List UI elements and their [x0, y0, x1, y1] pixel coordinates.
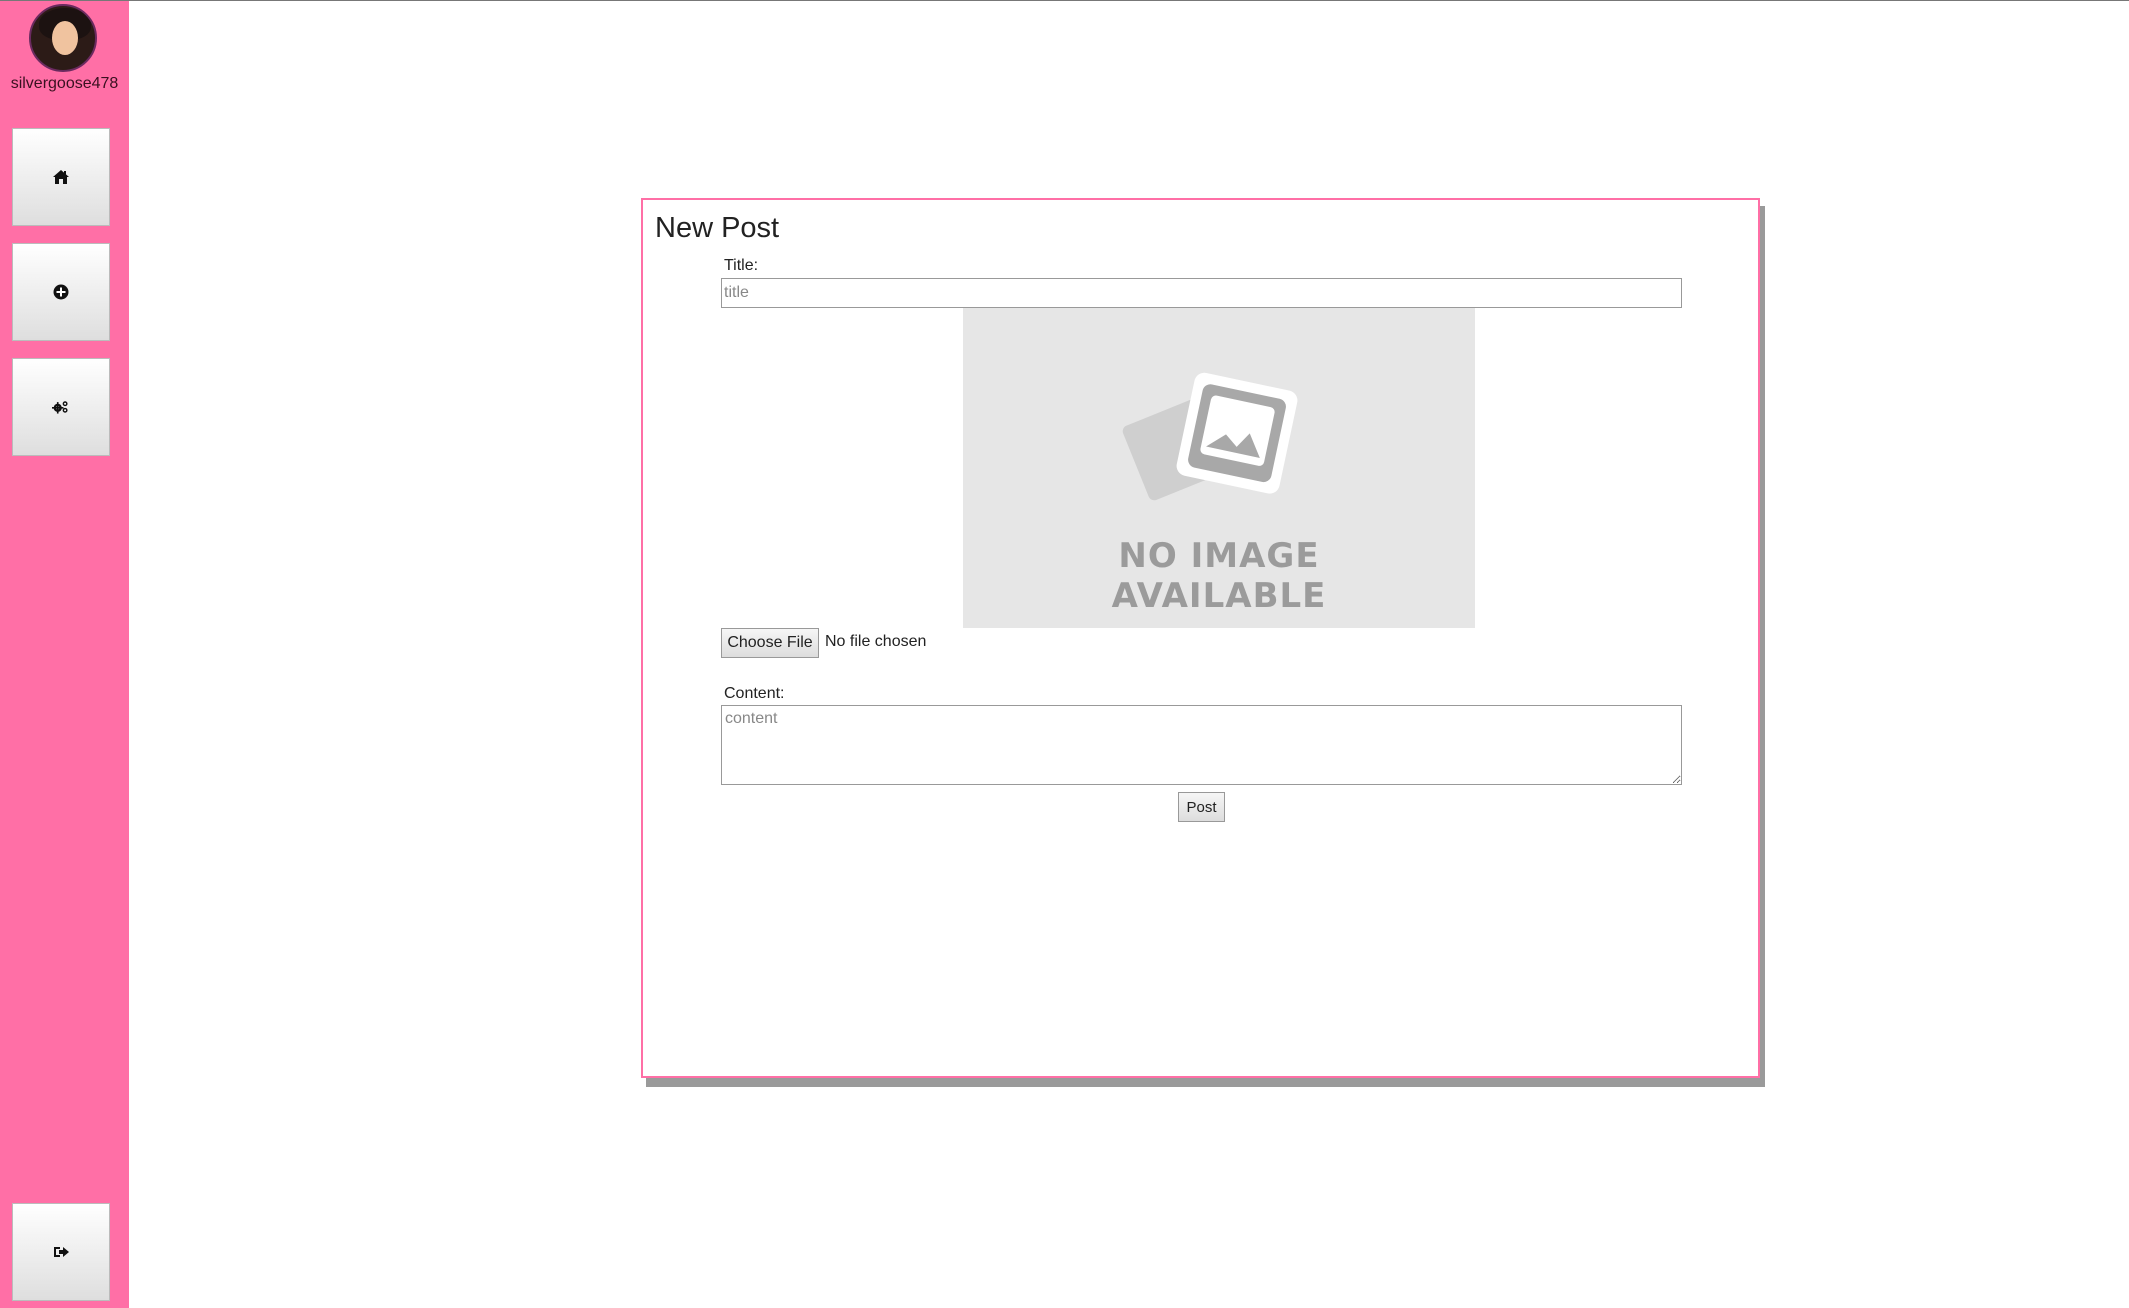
- no-image-line1: NO IMAGE: [1118, 536, 1320, 576]
- window-top-border: [0, 0, 2129, 1]
- new-post-panel: New Post Title: NO IMAGE AVAILABLE Choos…: [641, 198, 1760, 1078]
- choose-file-button[interactable]: Choose File: [721, 628, 819, 658]
- page-title: New Post: [655, 212, 780, 244]
- username: silvergoose478: [10, 75, 119, 92]
- content-label: Content:: [724, 685, 785, 702]
- sign-out-icon: [54, 1247, 69, 1257]
- content-textarea[interactable]: [721, 705, 1682, 785]
- gears-icon: [52, 401, 68, 414]
- file-status: No file chosen: [825, 633, 927, 650]
- plus-circle-icon: [53, 284, 69, 300]
- sidebar: silvergoose478: [0, 1, 129, 1308]
- avatar[interactable]: [29, 4, 97, 72]
- title-label: Title:: [724, 257, 759, 274]
- post-button[interactable]: Post: [1178, 792, 1225, 822]
- no-image-text: NO IMAGE AVAILABLE: [963, 536, 1475, 616]
- no-image-icon: [1122, 372, 1298, 501]
- avatar-face: [52, 21, 78, 55]
- home-icon: [53, 170, 69, 184]
- logout-button[interactable]: [12, 1203, 110, 1301]
- title-input[interactable]: [721, 278, 1682, 308]
- image-preview: NO IMAGE AVAILABLE: [963, 308, 1475, 628]
- home-button[interactable]: [12, 128, 110, 226]
- settings-button[interactable]: [12, 358, 110, 456]
- new-post-button[interactable]: [12, 243, 110, 341]
- no-image-line2: AVAILABLE: [1111, 576, 1327, 616]
